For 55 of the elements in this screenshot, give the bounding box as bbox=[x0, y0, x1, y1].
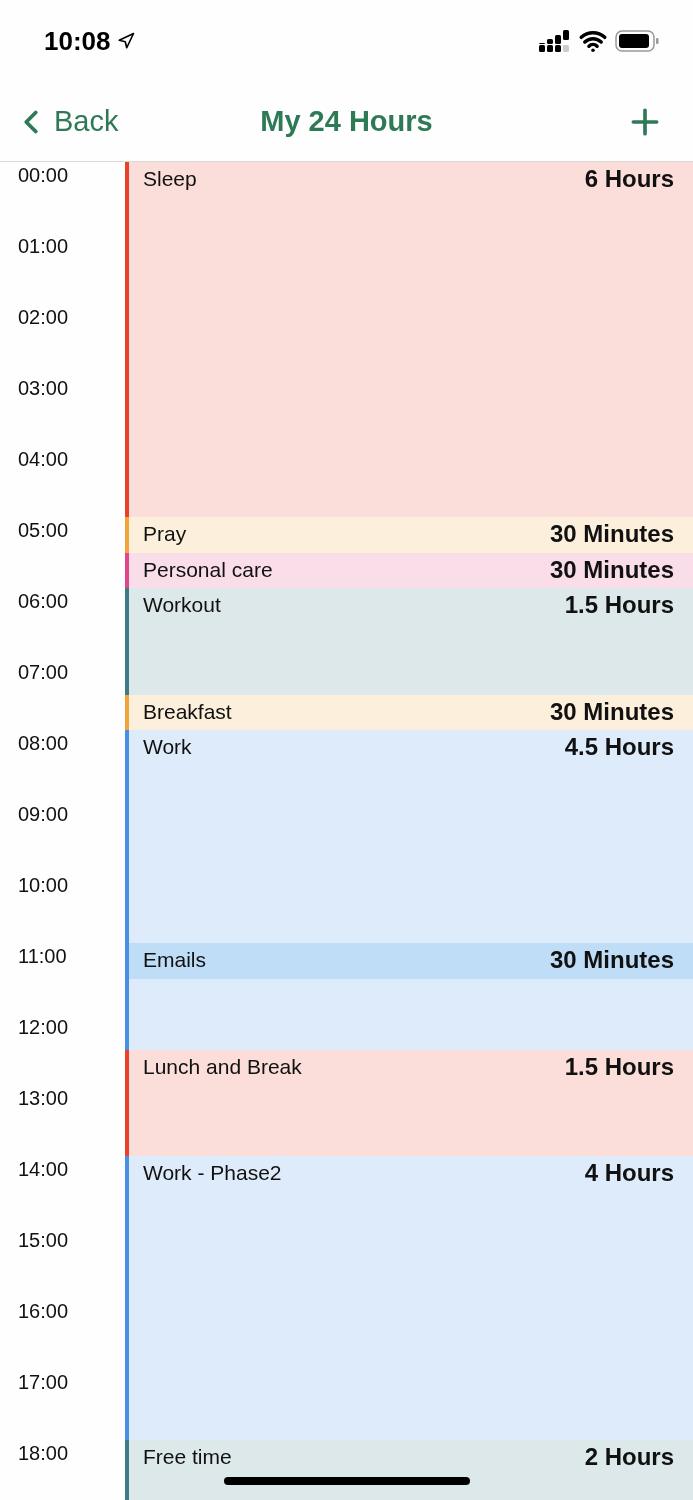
event-block[interactable]: Pray 30 Minutes bbox=[125, 517, 693, 553]
hour-label: 01:00 bbox=[18, 235, 69, 257]
event-duration: 30 Minutes bbox=[549, 521, 674, 547]
location-icon bbox=[116, 32, 135, 50]
event-block[interactable]: Work - Phase2 4 Hours bbox=[125, 1156, 693, 1440]
status-time: 10:08 bbox=[44, 25, 111, 57]
event-block[interactable]: Breakfast 30 Minutes bbox=[125, 694, 693, 730]
event-block[interactable]: Work 4.5 Hours Emails 30 Minutes bbox=[125, 730, 693, 1050]
event-title: Pray bbox=[143, 521, 187, 547]
event-block[interactable]: Free time 2 Hours bbox=[125, 1440, 693, 1500]
event-block[interactable]: Sleep 6 Hours bbox=[125, 162, 693, 517]
hour-label: 09:00 bbox=[18, 803, 69, 825]
event-block[interactable]: Emails 30 Minutes bbox=[129, 943, 693, 979]
event-duration: 30 Minutes bbox=[549, 556, 674, 583]
hour-label: 17:00 bbox=[18, 1371, 69, 1393]
hour-label: 08:00 bbox=[18, 732, 69, 754]
hour-label: 04:00 bbox=[18, 448, 69, 470]
hour-label: 16:00 bbox=[18, 1300, 69, 1322]
event-title: Work bbox=[143, 734, 192, 760]
hour-label: 10:00 bbox=[18, 874, 69, 896]
event-title: Sleep bbox=[143, 166, 197, 192]
hour-label: 18:00 bbox=[18, 1442, 69, 1464]
event-title: Emails bbox=[143, 947, 206, 973]
battery-icon bbox=[615, 30, 659, 52]
hour-label: 03:00 bbox=[18, 377, 69, 399]
event-duration: 6 Hours bbox=[584, 166, 674, 192]
event-duration: 1.5 Hours bbox=[564, 1053, 674, 1080]
hour-label: 07:00 bbox=[18, 661, 69, 683]
hour-label: 14:00 bbox=[18, 1158, 69, 1180]
event-block[interactable]: Workout 1.5 Hours bbox=[125, 588, 693, 695]
hour-label: 12:00 bbox=[18, 1016, 69, 1038]
hour-label: 13:00 bbox=[18, 1087, 69, 1109]
event-duration: 1.5 Hours bbox=[564, 592, 674, 618]
page-title: My 24 Hours bbox=[260, 105, 433, 138]
hour-label: 02:00 bbox=[18, 306, 69, 328]
hour-label: 05:00 bbox=[18, 519, 69, 541]
hour-label: 06:00 bbox=[18, 590, 69, 612]
event-duration: 2 Hours bbox=[584, 1444, 674, 1470]
hour-label: 11:00 bbox=[18, 945, 67, 967]
event-duration: 30 Minutes bbox=[549, 947, 674, 973]
signal-icon bbox=[539, 30, 571, 52]
hour-label: 00:00 bbox=[18, 164, 69, 186]
event-duration: 4.5 Hours bbox=[564, 734, 674, 760]
back-button[interactable]: Back bbox=[12, 102, 119, 141]
event-title: Work - Phase2 bbox=[143, 1160, 282, 1186]
event-duration: 4 Hours bbox=[584, 1160, 674, 1186]
event-block[interactable]: Personal care 30 Minutes bbox=[125, 552, 693, 588]
event-title: Personal care bbox=[143, 556, 273, 583]
event-title: Breakfast bbox=[143, 698, 232, 725]
hour-label: 15:00 bbox=[18, 1229, 69, 1251]
event-duration: 30 Minutes bbox=[549, 698, 674, 725]
event-title: Lunch and Break bbox=[143, 1053, 302, 1080]
event-title: Workout bbox=[143, 592, 221, 618]
event-title: Free time bbox=[143, 1444, 232, 1470]
event-block[interactable]: Lunch and Break 1.5 Hours bbox=[125, 1049, 693, 1156]
